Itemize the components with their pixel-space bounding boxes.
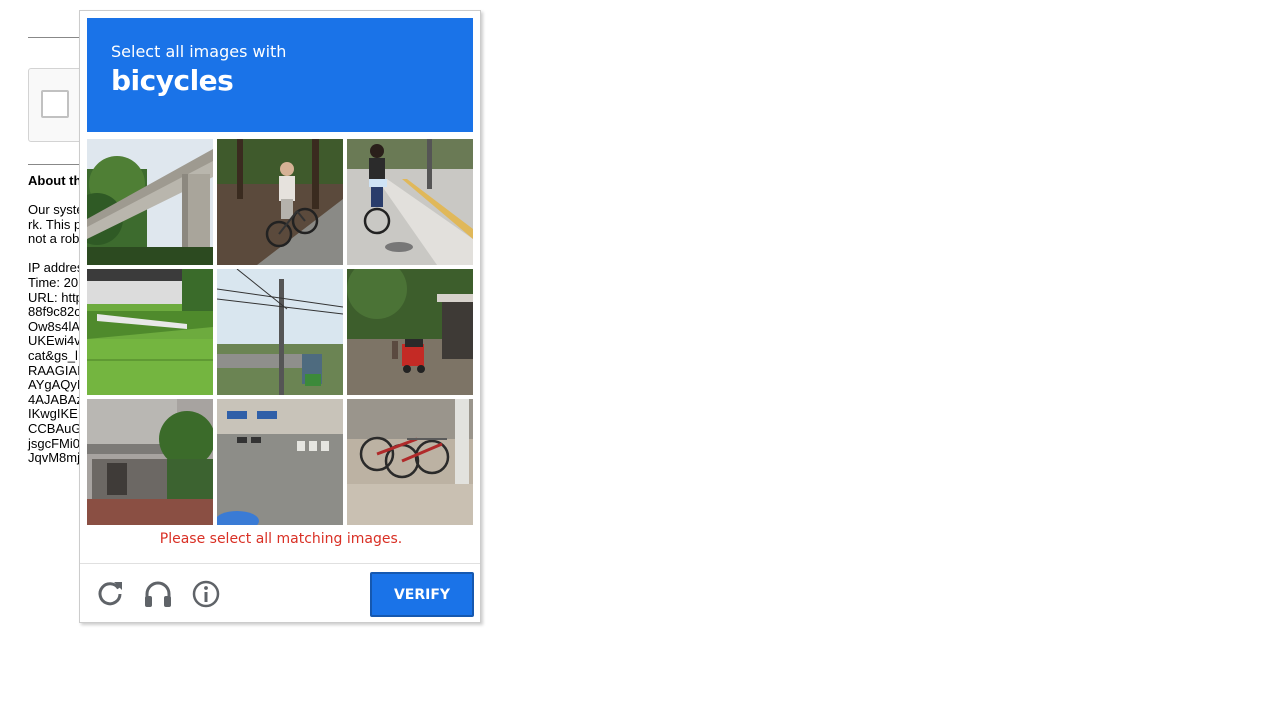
image-tile-4[interactable] [87,269,213,395]
image-tile-3[interactable] [347,139,473,265]
about-line: 4AJABAz [28,391,83,407]
image-tile-5[interactable] [217,269,343,395]
about-line [28,247,84,262]
image-tile-8[interactable] [217,399,343,525]
image-tile-2[interactable] [217,139,343,265]
image-grid [87,139,473,525]
instruction-target: bicycles [111,64,234,97]
reload-icon[interactable] [94,578,126,610]
recaptcha-challenge-popup: Select all images with bicycles Please s… [79,10,481,623]
about-line: jsgcFMi0 [28,435,81,451]
about-text-block: Our syste rk. This p not a rob IP addres… [28,202,84,466]
about-line: JqvM8mj [28,450,81,466]
verify-button[interactable]: VERIFY [370,572,474,617]
about-line: not a rob [28,231,80,247]
audio-headphones-icon[interactable] [142,578,174,610]
about-line: rk. This p [28,216,82,232]
image-tile-6[interactable] [347,269,473,395]
image-tile-9[interactable] [347,399,473,525]
recaptcha-checkbox[interactable] [41,90,69,118]
about-line: UKEwi4v [28,333,81,349]
about-line: Ow8s4lA [28,318,81,334]
about-line: RAAGIAI [28,362,81,378]
info-icon[interactable] [190,578,222,610]
about-heading: About th [28,173,82,188]
about-line: cat&gs_l [28,347,78,363]
about-line: IP addres [28,260,84,276]
about-line: AYgAQyI [28,377,81,393]
challenge-footer: VERIFY [80,563,480,624]
error-message: Please select all matching images. [159,531,403,547]
instruction-prefix: Select all images with [111,42,287,61]
image-tile-7[interactable] [87,399,213,525]
about-line: Our syste [28,202,84,217]
about-line: IKwgIKEI [28,406,82,422]
about-line: CCBAuG [28,420,82,436]
about-line: 88f9c82c [28,304,81,320]
about-line: URL: http [28,289,83,305]
about-line: Time: 20 [28,274,79,290]
challenge-header: Select all images with bicycles [87,18,473,132]
image-tile-1[interactable] [87,139,213,265]
